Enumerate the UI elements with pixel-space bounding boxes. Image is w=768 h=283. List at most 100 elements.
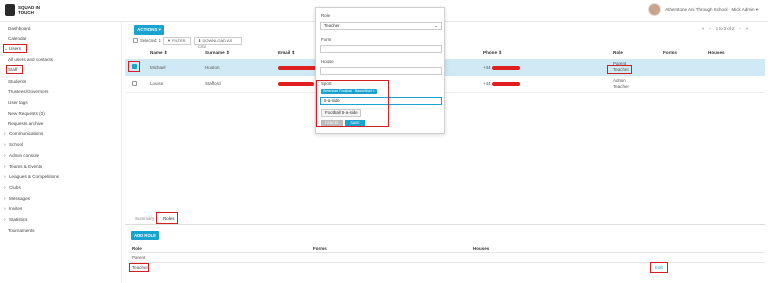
add-role-button[interactable]: ADD ROLE bbox=[131, 231, 159, 240]
form-label: Form bbox=[321, 37, 332, 42]
table-row[interactable] bbox=[125, 76, 765, 93]
highlight-box-staff bbox=[6, 65, 23, 74]
cell-phone-prefix: +44 bbox=[483, 65, 491, 70]
column-header-forms: Forms bbox=[663, 50, 678, 55]
pager: « ‹ 1 to 2 of 2 › » bbox=[702, 26, 748, 31]
next-page-icon[interactable]: › bbox=[739, 26, 740, 31]
roles-header-role: Role bbox=[132, 246, 142, 251]
house-input[interactable] bbox=[320, 67, 442, 75]
sidebar-item-dashboard[interactable]: Dashboard bbox=[8, 26, 30, 31]
sidebar-item-teams-events[interactable]: › Teams & Events bbox=[4, 164, 42, 170]
sidebar-item-label: Leagues & Competitions bbox=[9, 174, 60, 179]
house-label: House bbox=[321, 59, 334, 64]
role-select[interactable]: Teacher ⌄ bbox=[320, 22, 442, 30]
divider bbox=[129, 252, 765, 253]
sidebar-item-label: Students bbox=[8, 79, 27, 84]
sidebar-item-statistics[interactable]: › Statistics bbox=[4, 217, 27, 223]
sidebar-item-label: Invites bbox=[9, 206, 23, 211]
form-input[interactable] bbox=[320, 45, 442, 53]
role-select-value: Teacher bbox=[324, 23, 340, 28]
redacted-email bbox=[278, 82, 314, 86]
user-menu[interactable]: Atherstone Ani Through School · Mick Adm… bbox=[648, 3, 758, 16]
avatar[interactable] bbox=[648, 3, 662, 16]
sidebar-item-label: Tournaments bbox=[8, 228, 35, 233]
cell-name: Michael bbox=[150, 65, 166, 70]
redacted-phone bbox=[492, 66, 520, 70]
filter-button[interactable]: ▼ FILTER bbox=[163, 37, 191, 45]
column-header-name[interactable]: Name ⇕ bbox=[150, 50, 168, 56]
sidebar-item-label: Calendar bbox=[8, 36, 27, 41]
sidebar-item-communications[interactable]: › Communications bbox=[4, 131, 43, 137]
highlight-box-roles-tab bbox=[156, 212, 178, 224]
selected-label: Selected: 1 bbox=[140, 38, 161, 43]
download-label: DOWNLOAD AS CSV bbox=[198, 38, 233, 49]
logo[interactable]: SQUAD IN TOUCH bbox=[5, 4, 42, 16]
highlight-box-teacher-role bbox=[129, 263, 149, 272]
column-header-phone[interactable]: Phone ⇕ bbox=[483, 50, 502, 56]
user-label: Atherstone Ani Through School · Mick Adm… bbox=[665, 6, 758, 12]
sidebar-item-label: Teams & Events bbox=[9, 164, 43, 169]
cell-role: Admin bbox=[613, 78, 626, 83]
first-page-icon[interactable]: « bbox=[702, 26, 704, 31]
cell-phone-prefix: +44 bbox=[483, 81, 491, 86]
role-label: Role bbox=[321, 13, 331, 18]
last-page-icon[interactable]: » bbox=[746, 26, 748, 31]
selected-count: Selected: 1 bbox=[133, 38, 161, 43]
tab-summary[interactable]: Summary bbox=[135, 216, 154, 221]
row-checkbox[interactable] bbox=[132, 81, 137, 86]
table-row[interactable] bbox=[125, 59, 765, 76]
filter-label: FILTER bbox=[172, 38, 186, 43]
sidebar-item-label: Trustees/Governors bbox=[8, 89, 49, 94]
sidebar-item-label: Admin console bbox=[9, 153, 40, 158]
roles-header-houses: Houses bbox=[473, 246, 490, 251]
divider bbox=[129, 262, 765, 263]
chevron-down-icon: ⌄ bbox=[434, 23, 438, 28]
redacted-email bbox=[278, 66, 316, 70]
logo-icon bbox=[5, 4, 15, 16]
sidebar-item-requests-archive[interactable]: Requests archive bbox=[8, 121, 44, 126]
download-csv-button[interactable]: ⬇ DOWNLOAD AS CSV bbox=[194, 37, 242, 49]
highlight-box-checkbox bbox=[128, 61, 140, 72]
prev-page-icon[interactable]: ‹ bbox=[709, 26, 710, 31]
sidebar-item-admin-console[interactable]: › Admin console bbox=[4, 153, 39, 159]
cell-surname: Stafford bbox=[205, 81, 221, 86]
sidebar-item-invites[interactable]: › Invites bbox=[4, 206, 22, 212]
actions-button[interactable]: ACTIONS ▾ bbox=[134, 25, 164, 35]
cell-name: Louise bbox=[150, 81, 164, 86]
sidebar-item-label: Requests archive bbox=[8, 121, 44, 126]
sidebar-item-messages[interactable]: › Messages bbox=[4, 196, 30, 202]
highlight-box-sport bbox=[316, 80, 389, 127]
sidebar-item-calendar[interactable]: Calendar bbox=[8, 36, 27, 41]
sidebar-item-tournaments[interactable]: Tournaments bbox=[8, 228, 35, 233]
sidebar-item-label: Dashboard bbox=[8, 26, 31, 31]
sidebar-item-leagues[interactable]: › Leagues & Competitions bbox=[4, 174, 59, 180]
sidebar-item-label: Communications bbox=[9, 131, 44, 136]
sidebar-item-school[interactable]: › School bbox=[4, 142, 23, 148]
sidebar-item-label: User tags bbox=[8, 100, 28, 105]
sidebar-item-label: All users and contacts bbox=[8, 57, 53, 62]
sidebar-item-user-tags[interactable]: User tags bbox=[8, 100, 28, 105]
cell-role: Teacher bbox=[613, 84, 630, 89]
highlight-box-role-teacher bbox=[607, 65, 632, 74]
sidebar-item-trustees[interactable]: Trustees/Governors bbox=[8, 89, 48, 94]
sidebar-item-label: Messages bbox=[9, 196, 30, 201]
column-header-role: Role bbox=[613, 50, 623, 55]
sidebar-item-clubs[interactable]: › Clubs bbox=[4, 185, 21, 191]
select-all-checkbox[interactable] bbox=[133, 38, 138, 43]
roles-cell-role: Parent bbox=[132, 255, 146, 260]
cell-surname: Hooton bbox=[205, 65, 220, 70]
sidebar-item-all-users[interactable]: All users and contacts bbox=[8, 57, 53, 62]
sidebar-item-students[interactable]: Students bbox=[8, 79, 26, 84]
sidebar-item-label: School bbox=[9, 142, 24, 147]
sidebar-item-new-requests[interactable]: New Requests (0) bbox=[8, 111, 45, 116]
redacted-phone bbox=[492, 82, 520, 86]
highlight-box-users bbox=[3, 44, 27, 53]
column-header-surname[interactable]: Surname ⇕ bbox=[205, 50, 230, 56]
sidebar-item-label: New Requests (0) bbox=[8, 111, 45, 116]
column-header-email[interactable]: Email ⇕ bbox=[278, 50, 295, 56]
sidebar-item-label: Statistics bbox=[9, 217, 28, 222]
detail-tabs bbox=[125, 212, 765, 225]
logo-text: SQUAD IN TOUCH bbox=[18, 5, 41, 15]
pager-label: 1 to 2 of 2 bbox=[715, 26, 735, 31]
column-header-houses: Houses bbox=[708, 50, 725, 55]
